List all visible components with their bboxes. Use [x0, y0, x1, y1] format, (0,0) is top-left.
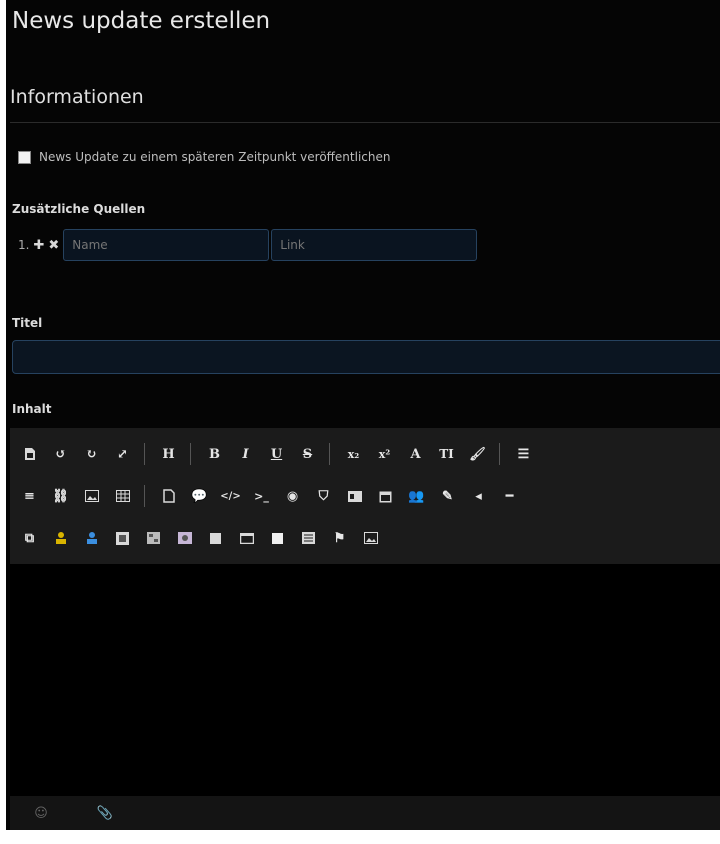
section-title: Informationen — [10, 86, 144, 108]
users-icon[interactable]: 👥 — [403, 482, 430, 510]
italic-button[interactable]: I — [232, 440, 259, 468]
comment-icon[interactable]: 💬 — [186, 482, 213, 510]
horizontal-rule-icon[interactable]: ━ — [496, 482, 523, 510]
list-icon[interactable]: ☰ — [510, 440, 537, 468]
new-document-icon[interactable] — [155, 482, 182, 510]
heading-button[interactable]: H — [155, 440, 182, 468]
plus-icon[interactable]: ✚ — [33, 238, 44, 253]
align-left-icon[interactable]: ≡ — [16, 482, 43, 510]
emoji-icon[interactable]: ☺ — [10, 796, 72, 830]
calendar-icon[interactable] — [372, 482, 399, 510]
code-icon[interactable]: </> — [217, 482, 244, 510]
picture-icon[interactable] — [357, 524, 384, 552]
grid-icon[interactable] — [140, 524, 167, 552]
toolbar-separator — [144, 485, 145, 507]
eye-slash-icon[interactable]: ◉ — [279, 482, 306, 510]
source-link-input[interactable] — [271, 229, 478, 261]
toolbar-separator — [144, 443, 145, 465]
underline-button[interactable]: U — [263, 440, 290, 468]
source-row: 1. ✚ ✖ — [18, 229, 478, 261]
page-title: News update erstellen — [12, 8, 271, 34]
caret-left-icon[interactable]: ◂ — [465, 482, 492, 510]
bold-button[interactable]: B — [201, 440, 228, 468]
font-button[interactable]: A — [402, 440, 429, 468]
link-icon[interactable]: ⛓ — [47, 482, 74, 510]
html5-icon[interactable]: ⛉ — [310, 482, 337, 510]
attachment-icon[interactable]: 📎 — [74, 796, 136, 830]
fullscreen-icon[interactable]: ⤢ — [109, 440, 136, 468]
table-icon[interactable] — [109, 482, 136, 510]
source-index: 1. — [18, 238, 30, 252]
toolbar-separator — [190, 443, 191, 465]
title-input[interactable] — [12, 340, 720, 374]
qr-code-icon[interactable] — [109, 524, 136, 552]
image-icon[interactable] — [78, 482, 105, 510]
editor-statusbar: ☺ 📎 — [10, 796, 720, 830]
edit-icon[interactable]: ✎ — [434, 482, 461, 510]
subscript-button[interactable]: x₂ — [340, 440, 367, 468]
window-icon[interactable] — [233, 524, 260, 552]
section-divider — [10, 122, 720, 123]
schedule-label: News Update zu einem späteren Zeitpunkt … — [39, 150, 391, 164]
schedule-checkbox[interactable] — [18, 150, 31, 164]
list-alt-icon[interactable] — [295, 524, 322, 552]
toolbar-separator — [499, 443, 500, 465]
editor-content-area[interactable] — [10, 564, 720, 796]
title-label: Titel — [12, 316, 43, 330]
external-link-icon[interactable]: ⧉ — [16, 524, 43, 552]
flag-icon[interactable]: ⚑ — [326, 524, 353, 552]
times-icon[interactable]: ✖ — [48, 238, 59, 253]
content-editor: ↺ ↻ ⤢ H B I U S x₂ x² A TI 🖌 ☰ ≡ ⛓ 💬 </>… — [10, 428, 720, 830]
content-label: Inhalt — [12, 402, 52, 416]
editor-toolbar: ↺ ↻ ⤢ H B I U S x₂ x² A TI 🖌 ☰ ≡ ⛓ 💬 </>… — [10, 428, 720, 564]
toolbar-separator — [329, 443, 330, 465]
source-name-input[interactable] — [63, 229, 270, 261]
strikethrough-button[interactable]: S — [294, 440, 321, 468]
sources-label: Zusätzliche Quellen — [12, 202, 146, 216]
page: News update erstellen Informationen News… — [6, 0, 720, 830]
superscript-button[interactable]: x² — [371, 440, 398, 468]
terminal-icon[interactable]: >_ — [248, 482, 275, 510]
id-card-icon[interactable] — [341, 482, 368, 510]
text-size-button[interactable]: TI — [433, 440, 460, 468]
media-icon[interactable] — [171, 524, 198, 552]
paint-brush-icon[interactable]: 🖌 — [464, 440, 491, 468]
note-icon[interactable] — [202, 524, 229, 552]
square-icon[interactable] — [264, 524, 291, 552]
source-code-icon[interactable] — [16, 440, 43, 468]
redo-icon[interactable]: ↻ — [78, 440, 105, 468]
undo-icon[interactable]: ↺ — [47, 440, 74, 468]
schedule-option[interactable]: News Update zu einem späteren Zeitpunkt … — [18, 150, 390, 164]
user-yellow-icon[interactable] — [47, 524, 74, 552]
user-blue-icon[interactable] — [78, 524, 105, 552]
